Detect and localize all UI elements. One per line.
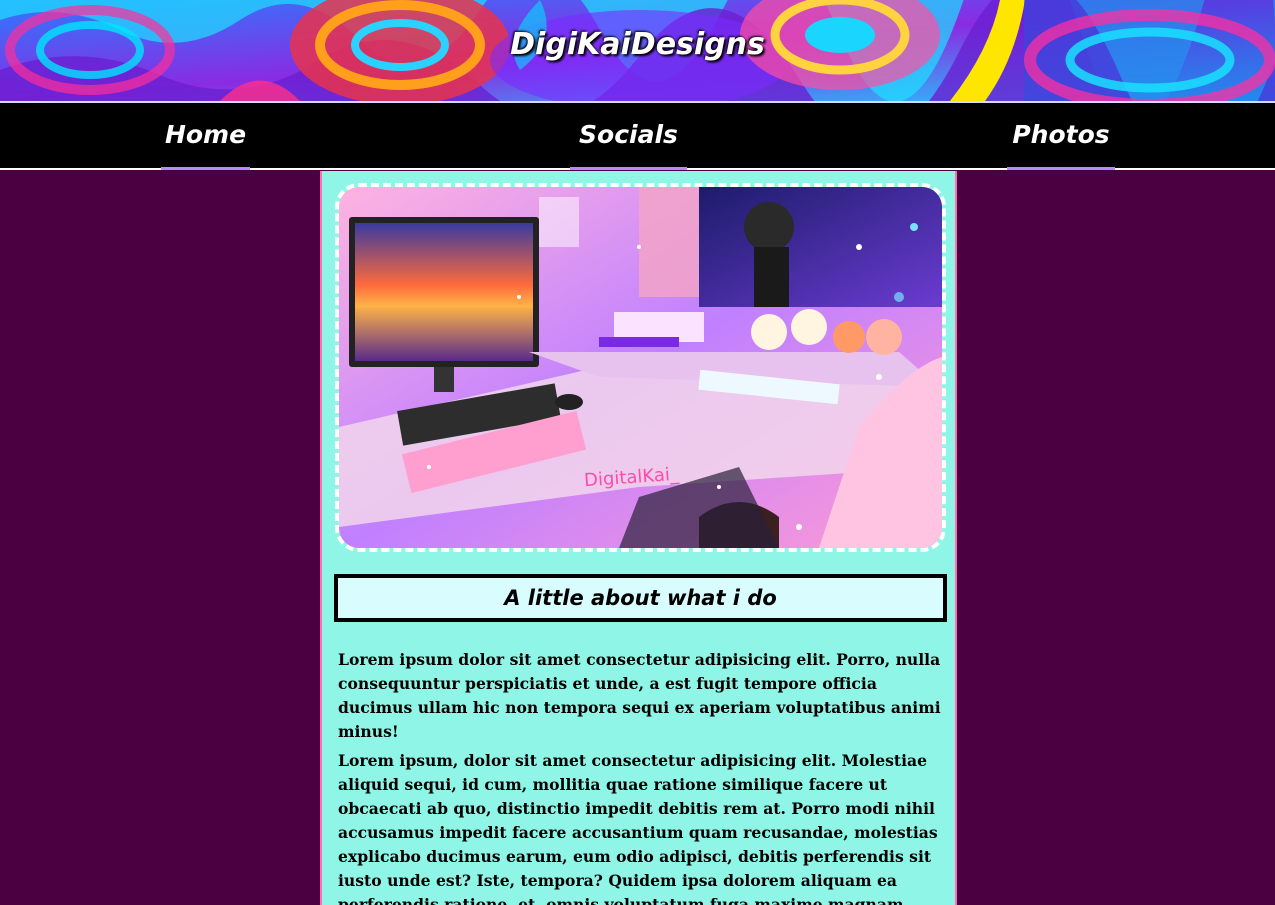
about-paragraph-2: Lorem ipsum, dolor sit amet consectetur … — [338, 751, 938, 905]
gaming-setup-illustration — [339, 187, 942, 548]
content-panel: DigitalKai_ A little about what i do Lor… — [320, 171, 957, 905]
nav-link-photos[interactable]: Photos — [1007, 103, 1115, 170]
nav-link-home[interactable]: Home — [161, 103, 250, 170]
gaming-setup-photo: DigitalKai_ — [335, 183, 946, 552]
main-navigation: Home Socials Photos — [0, 101, 1275, 170]
about-paragraph-1: Lorem ipsum dolor sit amet consectetur a… — [338, 650, 941, 741]
section-heading: A little about what i do — [334, 574, 947, 622]
header-banner: DigiKaiDesigns — [0, 0, 1275, 101]
nav-link-socials[interactable]: Socials — [570, 103, 687, 170]
site-title[interactable]: DigiKaiDesigns — [0, 27, 1275, 62]
